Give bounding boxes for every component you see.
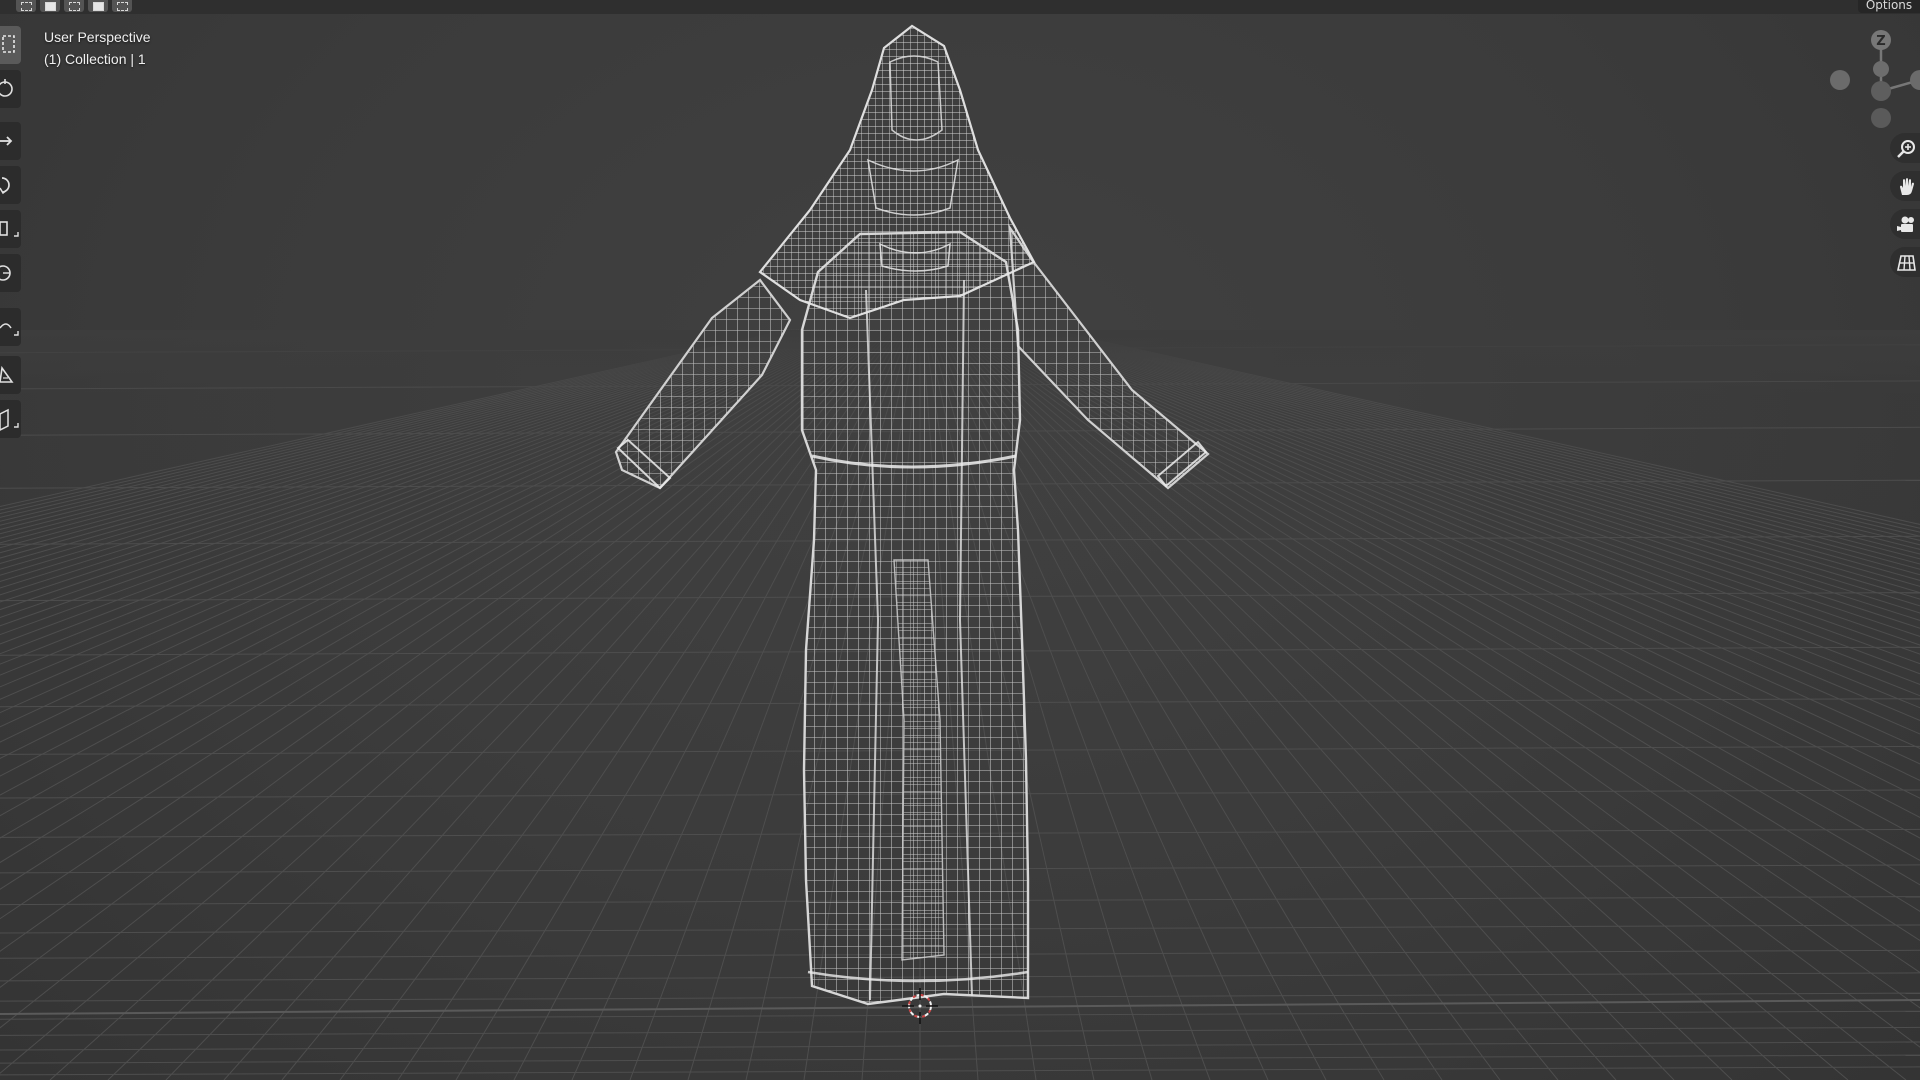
perspective-toggle-button[interactable] (1890, 247, 1920, 277)
scale-icon (0, 221, 19, 237)
gizmo-x-axis[interactable] (1910, 70, 1920, 90)
gizmo-neg-x-axis[interactable] (1830, 70, 1850, 90)
grid-line (0, 1041, 1920, 1051)
tool-annotate[interactable] (0, 308, 21, 346)
gizmo-neg-z-axis[interactable] (1871, 108, 1891, 128)
grid-line (0, 1066, 1920, 1076)
tool-cursor[interactable] (0, 70, 21, 108)
hand-pan-icon (1900, 178, 1914, 195)
options-button[interactable]: Options (1858, 0, 1920, 13)
select-box-icon (2, 35, 15, 53)
rotate-icon (0, 177, 10, 195)
3d-viewport[interactable]: Options User Perspective (1) Collection … (0, 0, 1920, 1080)
grid-line (0, 1054, 1920, 1064)
tool-scale[interactable] (0, 210, 21, 248)
zoom-button[interactable] (1890, 133, 1920, 163)
grid-line (0, 1026, 1920, 1036)
tool-measure[interactable] (0, 356, 21, 394)
tool-move[interactable] (0, 122, 21, 160)
tool-select-box[interactable] (0, 26, 21, 64)
select-box-mode-button[interactable] (16, 0, 36, 12)
navigation-gizmo[interactable]: Z (1820, 28, 1920, 138)
gizmo-z-label: Z (1876, 34, 1885, 49)
cursor-icon (0, 79, 13, 97)
pan-button[interactable] (1890, 171, 1920, 201)
tool-add-cube[interactable] (0, 400, 21, 438)
gizmo-y-axis[interactable] (1873, 61, 1889, 77)
viewport-header: Options (0, 0, 1920, 14)
tool-rotate[interactable] (0, 166, 21, 204)
camera-icon (1897, 216, 1914, 232)
select-intersect-mode-button[interactable] (112, 0, 132, 12)
grid-perspective-icon (1897, 255, 1916, 271)
select-new-mode-button[interactable] (40, 0, 60, 12)
view-name-label: User Perspective (44, 29, 151, 45)
move-icon (0, 136, 13, 146)
select-subtract-mode-button[interactable] (88, 0, 108, 12)
add-cube-icon (0, 408, 19, 431)
collection-info-label: (1) Collection | 1 (44, 51, 146, 67)
tool-transform[interactable] (0, 254, 21, 292)
measure-icon (0, 365, 14, 383)
gizmo-neg-y-axis[interactable] (1871, 81, 1891, 101)
zoom-icon (1897, 140, 1915, 158)
select-extend-mode-button[interactable] (64, 0, 84, 12)
camera-view-button[interactable] (1890, 209, 1920, 239)
annotate-icon (0, 323, 19, 336)
transform-icon (0, 265, 11, 281)
scene-canvas[interactable] (0, 0, 1920, 1080)
